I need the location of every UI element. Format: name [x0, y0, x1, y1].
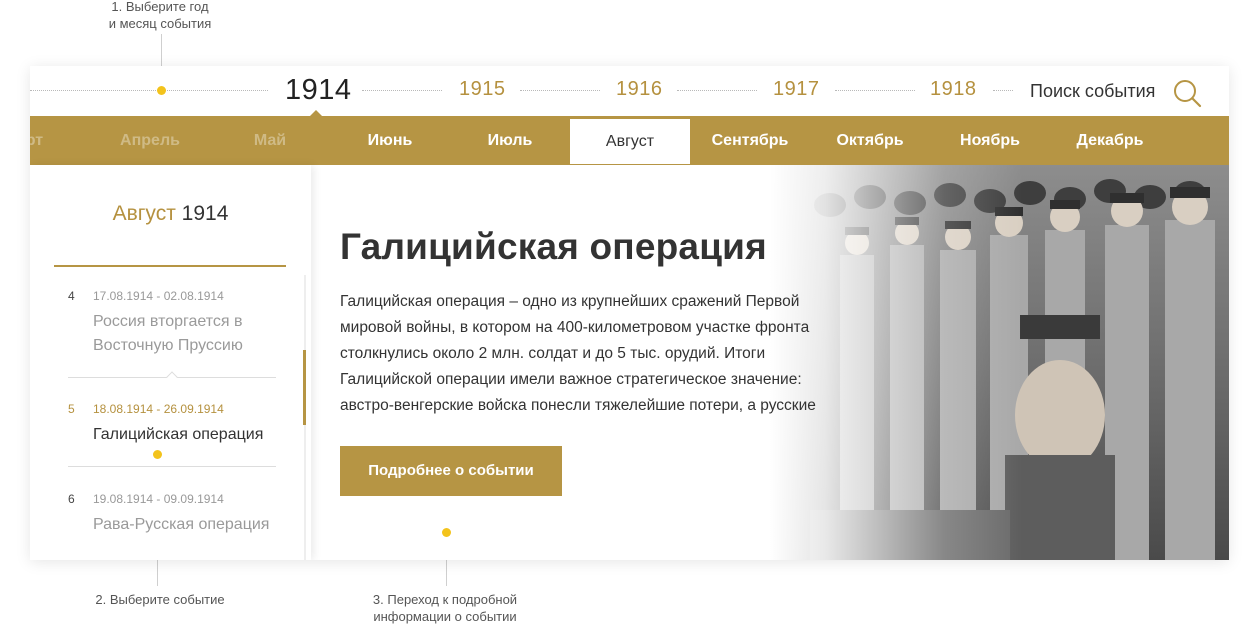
event-dates: 17.08.1914 - 02.08.1914 [93, 289, 224, 303]
hint-details-line2: информации о событии [373, 609, 517, 624]
separator-notch [166, 371, 178, 383]
hint-select-year-line2: и месяц события [108, 16, 212, 31]
month-october[interactable]: Октябрь [810, 116, 930, 165]
timeline-line [677, 90, 757, 91]
timeline-widget: 1914 1915 1916 1917 1918 Поиск события а… [30, 66, 1229, 560]
event-dates: 19.08.1914 - 09.09.1914 [93, 492, 224, 506]
timeline-line [835, 90, 915, 91]
event-sidebar: Август 1914 4 17.08.1914 - 02.08.1914 Ро… [30, 165, 311, 560]
month-august[interactable]: Август [570, 119, 690, 164]
hint-select-event: 2. Выберите событие [95, 592, 225, 607]
year-1914[interactable]: 1914 [285, 74, 352, 107]
timeline-line [362, 90, 442, 91]
month-april[interactable]: Апрель [90, 116, 210, 165]
event-description: Галицийская операция – одно из крупнейши… [340, 293, 816, 414]
month-march[interactable]: арт [30, 116, 90, 165]
month-bar: арт Апрель Май Июнь Июль Август Сентябрь… [30, 116, 1229, 165]
year-bar: 1914 1915 1916 1917 1918 Поиск события [30, 66, 1229, 117]
event-details-button[interactable]: Подробнее о событии [340, 446, 562, 496]
hint-details-line1: 3. Переход к подробной [372, 592, 518, 607]
hint-dot [442, 528, 451, 537]
search-label[interactable]: Поиск события [1030, 81, 1155, 102]
hint-dot [153, 450, 162, 459]
month-november[interactable]: Ноябрь [930, 116, 1050, 165]
year-1917[interactable]: 1917 [773, 78, 820, 101]
month-june[interactable]: Июнь [330, 116, 450, 165]
scrollbar-thumb[interactable] [303, 350, 306, 425]
hint-details: 3. Переход к подробной информации о собы… [350, 591, 540, 624]
month-december[interactable]: Декабрь [1050, 116, 1170, 165]
hint-select-year-line1: 1. Выберите год [111, 0, 209, 14]
year-1915[interactable]: 1915 [459, 78, 506, 101]
year-1916[interactable]: 1916 [616, 78, 663, 101]
event-heading: Галицийская операция [340, 226, 767, 267]
sidebar-title-month: Август [112, 202, 176, 225]
timeline-line [993, 90, 1013, 91]
hint-dot [157, 86, 166, 95]
sidebar-divider [54, 265, 286, 267]
sidebar-title: Август 1914 [30, 202, 311, 226]
event-title: Россия вторгается в Восточную Пруссию [93, 313, 243, 354]
event-dates: 18.08.1914 - 26.09.1914 [93, 402, 224, 416]
hint-select-year: 1. Выберите год и месяц события [90, 0, 230, 32]
month-july[interactable]: Июль [450, 116, 570, 165]
month-may[interactable]: Май [210, 116, 330, 165]
search-icon[interactable] [1172, 78, 1202, 108]
event-number: 5 [68, 402, 75, 416]
event-title: Рава-Русская операция [93, 516, 270, 533]
event-title: Галицийская операция [93, 426, 264, 443]
timeline-line [30, 90, 268, 91]
event-number: 4 [68, 289, 75, 303]
month-september[interactable]: Сентябрь [690, 116, 810, 165]
timeline-line [520, 90, 600, 91]
sidebar-title-year: 1914 [181, 202, 229, 225]
event-separator [68, 466, 276, 467]
event-number: 6 [68, 492, 75, 506]
year-1918[interactable]: 1918 [930, 78, 977, 101]
